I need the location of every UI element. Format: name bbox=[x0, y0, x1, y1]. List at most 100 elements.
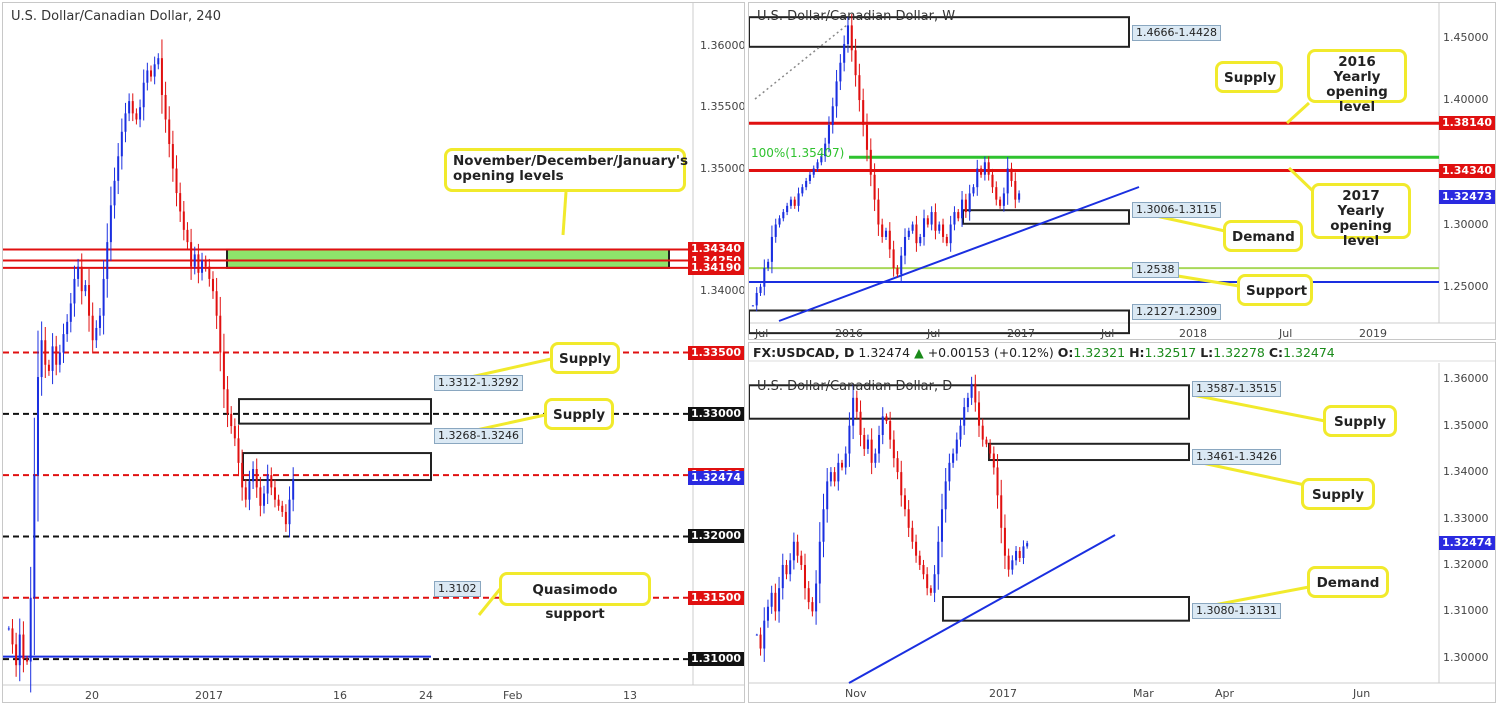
daily-candle bbox=[785, 564, 788, 575]
daily-candle bbox=[807, 588, 810, 603]
daily-zone-label-supply-2: 1.3461-1.3426 bbox=[1192, 449, 1281, 465]
weekly-candle bbox=[789, 199, 792, 206]
weekly-candle bbox=[934, 212, 937, 231]
daily-candle bbox=[859, 411, 862, 435]
weekly-zone-label-demand: 1.3006-1.3115 bbox=[1132, 202, 1221, 218]
daily-candle bbox=[940, 509, 944, 542]
h4-candle bbox=[7, 628, 10, 630]
daily-change: +0.00153 (+0.12%) bbox=[927, 345, 1054, 360]
weekly-candle bbox=[907, 230, 910, 237]
weekly-candle bbox=[938, 224, 941, 231]
h4-candle bbox=[233, 426, 236, 439]
h4-candle bbox=[230, 413, 233, 427]
daily-candle bbox=[1015, 551, 1018, 561]
daily-candle bbox=[944, 481, 947, 510]
daily-candle bbox=[803, 564, 807, 589]
h4-candle bbox=[128, 101, 131, 114]
daily-ohlc-header: FX:USDCAD, D 1.32474 ▲ +0.00153 (+0.12%)… bbox=[753, 345, 1335, 360]
weekly-callout-supply: Supply bbox=[1215, 61, 1283, 93]
daily-candle bbox=[1018, 551, 1021, 558]
weekly-candle bbox=[930, 212, 933, 225]
daily-demand-zone bbox=[942, 596, 1190, 622]
h4-candle bbox=[33, 475, 36, 598]
h4-price-tag: 1.31500 bbox=[688, 590, 744, 605]
h4-candle bbox=[171, 144, 174, 169]
weekly-candle bbox=[953, 212, 956, 225]
h4-candle bbox=[281, 505, 284, 512]
weekly-level-label-support: 1.2538 bbox=[1132, 262, 1179, 278]
h4-candle bbox=[80, 266, 83, 292]
weekly-candle bbox=[843, 44, 846, 63]
h4-x-tick: 20 bbox=[85, 689, 99, 702]
daily-x-tick: Nov bbox=[845, 687, 867, 700]
weekly-candle bbox=[850, 25, 853, 51]
h4-y-tick: 1.35500 bbox=[700, 100, 745, 114]
weekly-candle bbox=[945, 236, 948, 244]
h4-candle bbox=[98, 315, 101, 328]
h4-price-tag: 1.34190 bbox=[688, 260, 744, 275]
daily-candle bbox=[985, 439, 988, 445]
h4-candle bbox=[252, 469, 255, 482]
h4-candle bbox=[179, 193, 182, 212]
weekly-candle bbox=[846, 25, 850, 45]
callout-quasimodo-support: Quasimodo support bbox=[499, 572, 651, 622]
daily-callout-demand: Demand bbox=[1307, 566, 1389, 598]
h4-candle bbox=[139, 107, 142, 120]
weekly-chart-title: U.S. Dollar/Canadian Dollar, W bbox=[757, 9, 956, 24]
daily-candle bbox=[759, 634, 762, 649]
weekly-x-tick: Jul bbox=[755, 327, 769, 340]
daily-candle bbox=[996, 467, 999, 496]
daily-candle bbox=[778, 588, 781, 612]
h4-candle bbox=[102, 278, 105, 316]
weekly-candle bbox=[877, 199, 880, 225]
weekly-candle bbox=[896, 268, 899, 275]
h4-candle bbox=[241, 462, 244, 488]
h4-candle bbox=[259, 487, 262, 506]
daily-callout-supply-2: Supply bbox=[1301, 478, 1375, 510]
h4-candle bbox=[248, 481, 251, 500]
h4-y-tick: 1.36000 bbox=[700, 38, 745, 52]
daily-candle bbox=[848, 425, 851, 454]
weekly-candle bbox=[858, 75, 861, 101]
daily-candle bbox=[918, 555, 921, 565]
weekly-candle bbox=[873, 174, 876, 200]
weekly-fib-dotted bbox=[754, 24, 848, 100]
weekly-y-tick: 1.25000 bbox=[1443, 279, 1489, 293]
weekly-candle bbox=[976, 168, 979, 188]
h4-candle bbox=[26, 659, 29, 662]
weekly-candle bbox=[808, 174, 811, 181]
daily-candle bbox=[826, 481, 829, 510]
weekly-candle bbox=[801, 187, 804, 194]
daily-o-label: O: bbox=[1057, 345, 1074, 360]
daily-candle bbox=[915, 541, 918, 556]
weekly-candle bbox=[751, 305, 754, 307]
daily-l-label: L: bbox=[1200, 345, 1214, 360]
h4-candle bbox=[149, 70, 153, 77]
weekly-y-tick: 1.40000 bbox=[1443, 93, 1489, 107]
daily-candle bbox=[959, 425, 962, 440]
h4-candle bbox=[84, 285, 87, 292]
level-label-quasimodo: 1.3102 bbox=[434, 581, 481, 597]
weekly-y-tick: 1.30000 bbox=[1443, 217, 1489, 231]
weekly-candle bbox=[831, 106, 834, 125]
h4-candle bbox=[51, 346, 54, 371]
weekly-candle bbox=[999, 199, 1002, 206]
daily-candle bbox=[892, 439, 895, 459]
daily-candle bbox=[866, 439, 869, 449]
daily-y-tick: 1.30000 bbox=[1443, 650, 1489, 664]
h4-candle bbox=[182, 211, 185, 230]
h4-candle bbox=[266, 475, 269, 494]
weekly-candle bbox=[995, 187, 998, 200]
daily-candle bbox=[881, 416, 884, 435]
daily-candle bbox=[1000, 495, 1003, 528]
daily-x-tick: Jun bbox=[1353, 687, 1371, 700]
weekly-candle bbox=[1002, 193, 1005, 206]
h4-candle bbox=[124, 113, 127, 132]
callout-supply-1: Supply bbox=[550, 342, 620, 374]
h4-candle bbox=[47, 364, 50, 371]
h4-chart-title: U.S. Dollar/Canadian Dollar, 240 bbox=[11, 9, 222, 24]
daily-candle bbox=[977, 402, 981, 426]
h4-candle bbox=[66, 321, 69, 335]
h4-candle bbox=[22, 634, 25, 660]
weekly-candle bbox=[980, 168, 983, 175]
